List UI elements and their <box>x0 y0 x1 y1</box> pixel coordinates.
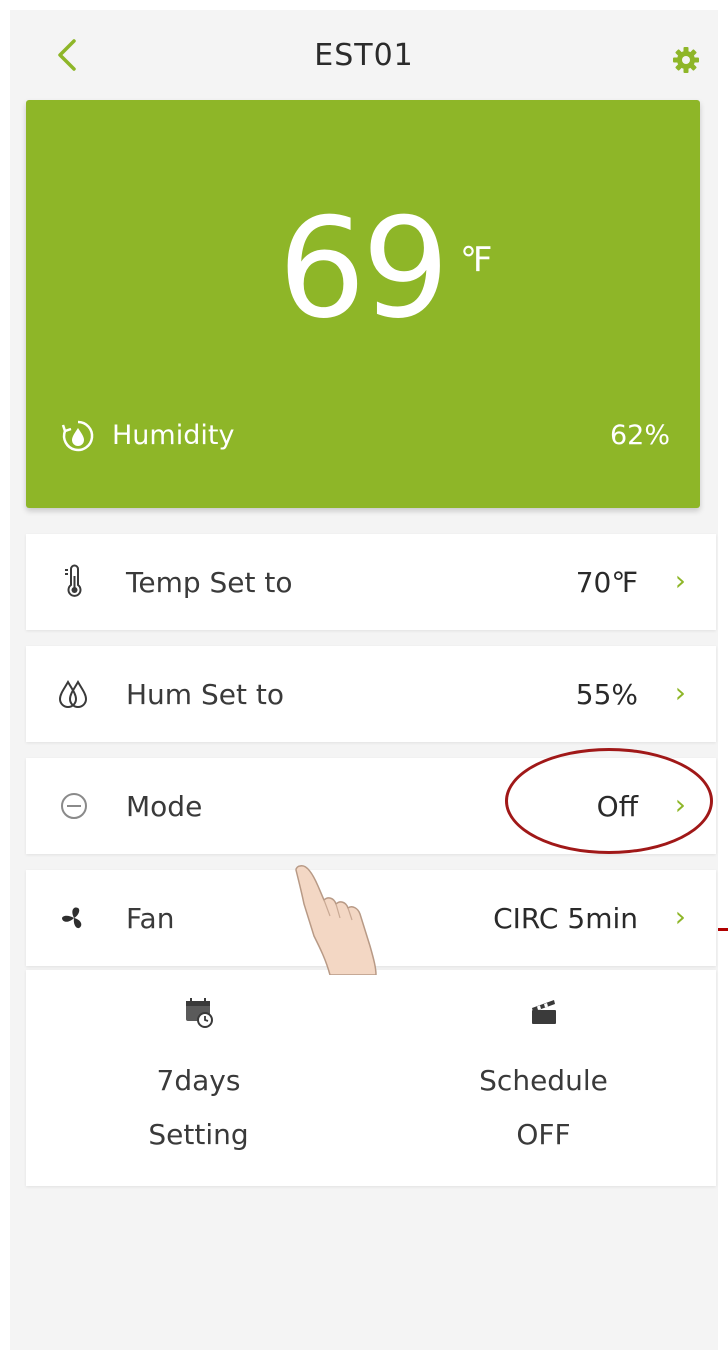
current-temperature: 69 <box>278 188 450 349</box>
tile-sublabel: OFF <box>516 1118 571 1151</box>
fan-icon <box>62 907 82 929</box>
row-label: Fan <box>126 902 175 935</box>
page-title: EST01 <box>314 38 414 73</box>
annotation-line <box>718 928 728 931</box>
temperature-panel: 69 ℉ Humidity 62% <box>26 100 700 508</box>
tile-label: Schedule <box>479 1064 608 1097</box>
row-value: CIRC 5min <box>493 902 638 935</box>
clapperboard-icon <box>531 1000 556 1024</box>
gear-icon <box>673 47 699 73</box>
humidity-label: Humidity <box>112 420 235 451</box>
tile-label: 7days <box>156 1064 241 1097</box>
calendar-clock-icon <box>185 998 213 1028</box>
chevron-right-icon: › <box>674 900 686 933</box>
tile-sublabel: Setting <box>148 1118 249 1151</box>
highlight-circle-annotation <box>505 748 713 854</box>
humidity-refresh-icon <box>61 420 94 452</box>
app-screen: EST01 69 ℉ Humidity 62% Temp Set to 70℉ … <box>10 10 718 1350</box>
minus-circle-icon <box>61 793 87 819</box>
settings-button[interactable] <box>672 46 700 74</box>
chevron-right-icon: › <box>674 676 686 709</box>
shortcut-card: 7days Setting Schedule OFF <box>26 970 716 1186</box>
humidity-setpoint-row[interactable]: Hum Set to 55% › <box>26 646 716 742</box>
temperature-unit: ℉ <box>460 240 493 280</box>
schedule-tile[interactable]: Schedule OFF <box>371 970 716 1186</box>
row-label: Hum Set to <box>126 678 284 711</box>
thermometer-icon <box>65 564 82 597</box>
water-drops-icon <box>58 679 88 708</box>
row-label: Temp Set to <box>126 566 293 599</box>
row-value: 70℉ <box>575 566 638 599</box>
humidity-value: 62% <box>609 420 670 451</box>
chevron-right-icon: › <box>674 564 686 597</box>
header-bar: EST01 <box>10 10 718 100</box>
row-value: 55% <box>575 678 638 711</box>
temp-setpoint-row[interactable]: Temp Set to 70℉ › <box>26 534 716 630</box>
pointing-hand-icon <box>295 864 377 975</box>
row-label: Mode <box>126 790 203 823</box>
seven-day-setting-tile[interactable]: 7days Setting <box>26 970 371 1186</box>
